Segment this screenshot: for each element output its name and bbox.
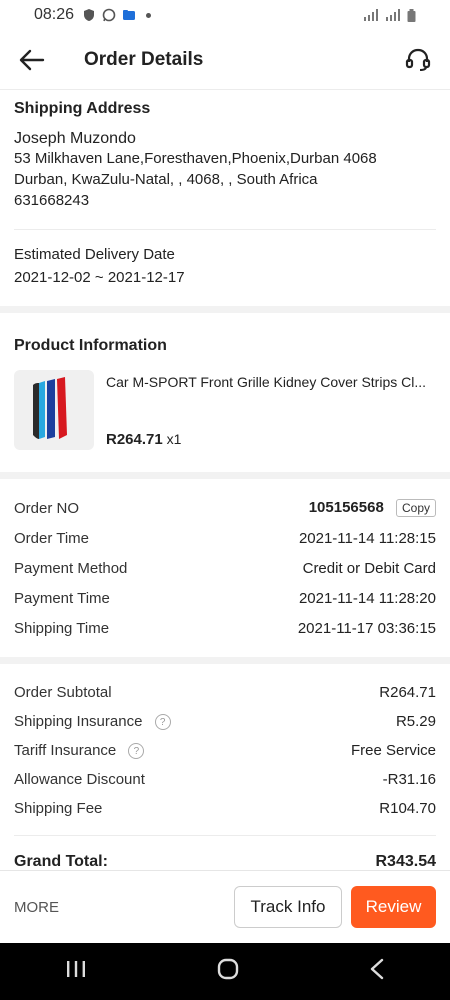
payment-time-value: 2021-11-14 11:28:20 [298, 589, 436, 607]
product-card: Product Information Car M-SPORT Front Gr… [0, 313, 450, 472]
review-button[interactable]: Review [351, 886, 436, 928]
customer-service-button[interactable] [386, 30, 450, 90]
signal-icon-2 [386, 9, 400, 21]
product-price-row: R264.71 x1 [106, 431, 436, 448]
shipping-fee-value: R104.70 [379, 800, 436, 817]
order-no-value: 105156568 [308, 499, 384, 516]
order-time-row: Order Time 2021-11-14 11:28:15 [14, 523, 436, 553]
order-time-value: 2021-11-14 11:28:15 [298, 529, 436, 547]
shipping-fee-row: Shipping Fee R104.70 [14, 794, 436, 823]
page-title: Order Details [84, 48, 204, 70]
tariff-insurance-label: Tariff Insurance [14, 741, 117, 759]
more-button[interactable]: MORE [14, 899, 59, 916]
home-icon[interactable] [216, 957, 240, 986]
shipping-insurance-label: Shipping Insurance [14, 712, 143, 730]
shipping-time-row: Shipping Time 2021-11-17 03:36:15 [14, 613, 436, 643]
subtotal-row: Order Subtotal R264.71 [14, 678, 436, 707]
system-nav-bar [0, 943, 450, 1000]
allowance-discount-value: -R31.16 [382, 771, 436, 788]
status-right [363, 8, 416, 22]
whatsapp-icon [102, 8, 116, 22]
estimated-delivery-value: 2021-12-02 ~ 2021-12-17 [14, 269, 185, 286]
recipient-phone: 631668243 [14, 192, 90, 209]
product-quantity: x1 [166, 431, 182, 447]
recipient-name: Joseph Muzondo [14, 130, 136, 147]
grille-strips-image [33, 377, 67, 439]
allowance-discount-row: Allowance Discount -R31.16 [14, 765, 436, 794]
copy-button[interactable]: Copy [395, 499, 436, 517]
order-time-label: Order Time [14, 529, 90, 547]
nav-back-icon[interactable] [369, 958, 385, 985]
product-section-title: Product Information [14, 337, 167, 354]
subtotal-label: Order Subtotal [14, 684, 112, 701]
product-item[interactable]: Car M-SPORT Front Grille Kidney Cover St… [14, 370, 436, 472]
order-content[interactable]: Shipping Address Joseph Muzondo 53 Milkh… [0, 90, 450, 870]
payment-time-label: Payment Time [14, 589, 110, 607]
help-icon[interactable]: ? [154, 714, 171, 731]
back-arrow-icon [19, 49, 45, 70]
status-bar: 08:26 [0, 0, 450, 30]
allowance-discount-label: Allowance Discount [14, 771, 145, 788]
product-price: R264.71 [106, 431, 163, 448]
headset-icon [405, 48, 431, 71]
address-line-2: Durban, KwaZulu-Natal, , 4068, , South A… [14, 171, 318, 188]
shield-icon [82, 8, 96, 22]
shipping-address-title: Shipping Address [14, 100, 151, 117]
address-line-1: 53 Milkhaven Lane,Foresthaven,Phoenix,Du… [14, 150, 377, 167]
grand-total-row: Grand Total: R343.54 [14, 836, 436, 870]
grand-total-value: R343.54 [375, 853, 437, 870]
subtotal-value: R264.71 [379, 684, 436, 701]
shipping-time-value: 2021-11-17 03:36:15 [297, 619, 436, 637]
recent-apps-icon[interactable] [65, 959, 87, 984]
estimated-delivery-label: Estimated Delivery Date [14, 246, 175, 263]
shipping-insurance-value: R5.29 [395, 713, 436, 730]
order-no-label: Order NO [14, 499, 80, 517]
shipping-time-label: Shipping Time [14, 619, 110, 637]
grand-total-label: Grand Total: [14, 853, 108, 870]
signal-icon [364, 9, 378, 21]
product-name[interactable]: Car M-SPORT Front Grille Kidney Cover St… [106, 374, 436, 390]
bottom-action-bar: MORE Track Info Review [0, 870, 450, 943]
fee-card: Order Subtotal R264.71 Shipping Insuranc… [0, 664, 450, 870]
status-time: 08:26 [34, 6, 75, 23]
payment-method-value: Credit or Debit Card [302, 559, 436, 577]
app-header: Order Details [0, 30, 450, 90]
payment-time-row: Payment Time 2021-11-14 11:28:20 [14, 583, 436, 613]
shipping-fee-label: Shipping Fee [14, 800, 103, 817]
tariff-insurance-value: Free Service [350, 742, 436, 759]
notification-dot-icon [146, 12, 152, 18]
battery-icon [407, 8, 416, 22]
tariff-insurance-row: Tariff Insurance ? Free Service [14, 736, 436, 765]
folder-icon [122, 8, 136, 22]
product-image[interactable] [14, 370, 94, 450]
product-info: Car M-SPORT Front Grille Kidney Cover St… [106, 370, 436, 450]
payment-method-label: Payment Method [14, 559, 128, 577]
back-button[interactable] [0, 30, 64, 90]
order-info-card: Order NO 105156568 Copy Order Time 2021-… [0, 479, 450, 657]
help-icon[interactable]: ? [128, 743, 145, 760]
shipping-insurance-row: Shipping Insurance ? R5.29 [14, 707, 436, 736]
payment-method-row: Payment Method Credit or Debit Card [14, 553, 436, 583]
track-info-button[interactable]: Track Info [234, 886, 342, 928]
shipping-address-card: Shipping Address Joseph Muzondo 53 Milkh… [0, 90, 450, 306]
order-no-row: Order NO 105156568 Copy [14, 493, 436, 523]
